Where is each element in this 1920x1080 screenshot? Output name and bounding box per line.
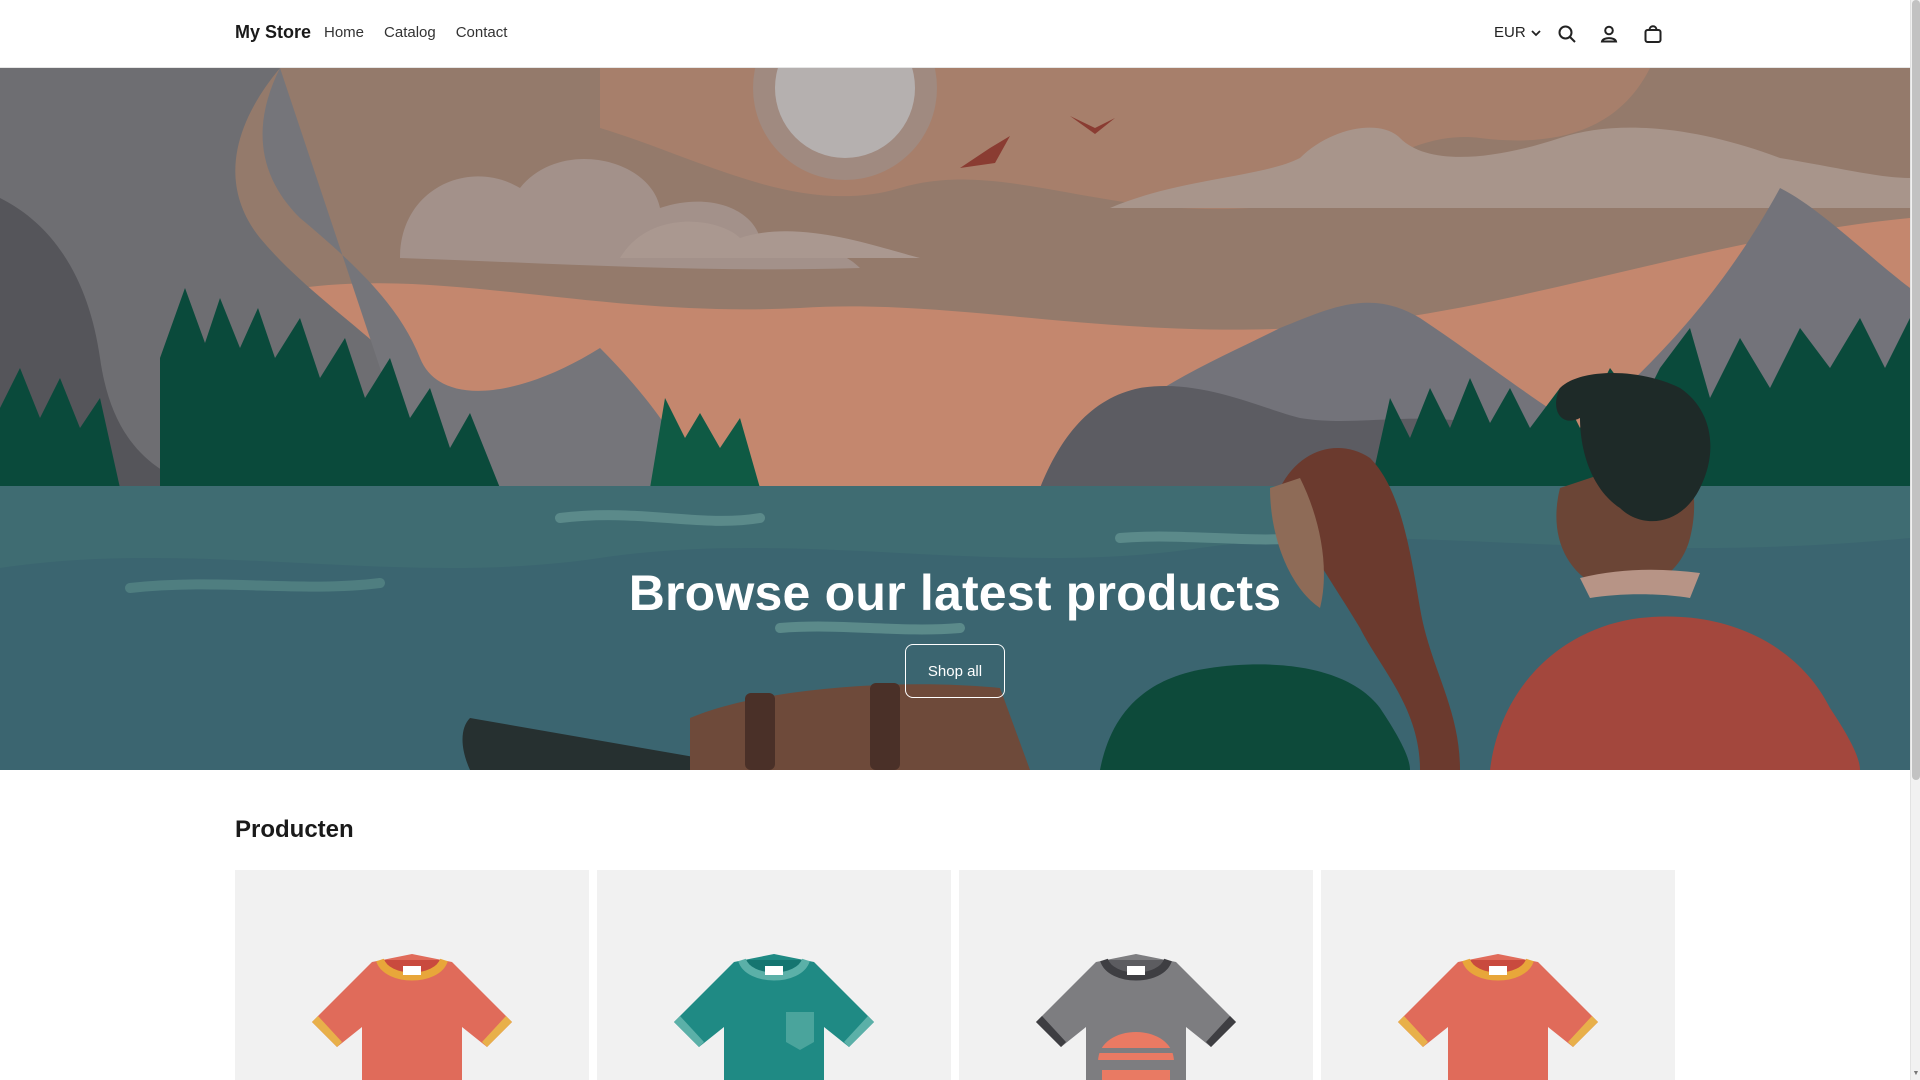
site-header: My Store Home Catalog Contact EUR xyxy=(0,0,1910,68)
tshirt-grey-icon xyxy=(1036,954,1236,1080)
nav-contact[interactable]: Contact xyxy=(456,24,508,41)
page-scrollbar[interactable]: ▼ xyxy=(1910,0,1920,1080)
product-card[interactable] xyxy=(959,870,1313,1080)
currency-label: EUR xyxy=(1494,24,1526,41)
products-heading: Producten xyxy=(235,816,354,843)
tshirt-red-icon xyxy=(1398,954,1598,1080)
search-icon[interactable] xyxy=(1555,22,1579,46)
shop-all-button[interactable]: Shop all xyxy=(905,644,1005,698)
scrollbar-thumb[interactable] xyxy=(1912,0,1920,780)
nav-catalog[interactable]: Catalog xyxy=(384,24,436,41)
cart-icon[interactable] xyxy=(1641,22,1665,46)
store-logo[interactable]: My Store xyxy=(235,22,311,43)
nav-home[interactable]: Home xyxy=(324,24,364,41)
product-card[interactable] xyxy=(235,870,589,1080)
currency-selector[interactable]: EUR xyxy=(1494,24,1542,41)
account-icon[interactable] xyxy=(1597,22,1621,46)
hero-title: Browse our latest products xyxy=(628,565,1282,621)
product-card[interactable] xyxy=(1321,870,1675,1080)
product-card[interactable] xyxy=(597,870,951,1080)
hero-banner: Browse our latest products Shop all xyxy=(0,68,1910,770)
tshirt-red-icon xyxy=(312,954,512,1080)
scroll-down-arrow-icon[interactable]: ▼ xyxy=(1912,1070,1920,1078)
chevron-down-icon xyxy=(1531,29,1541,36)
tshirt-teal-icon xyxy=(674,954,874,1080)
main-nav: Home Catalog Contact xyxy=(324,24,507,41)
